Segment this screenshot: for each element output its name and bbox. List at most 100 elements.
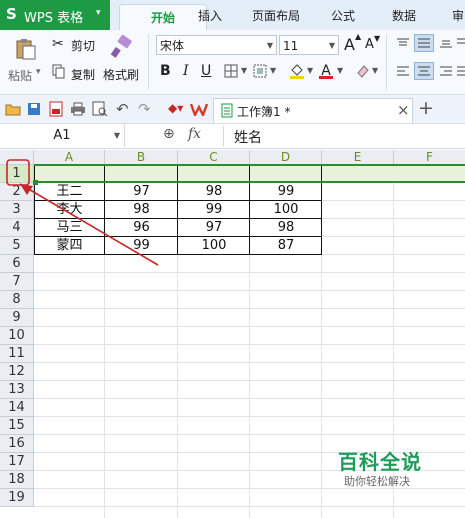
format-painter-icon[interactable]	[108, 34, 136, 60]
align-top-icon[interactable]	[395, 36, 411, 50]
wps-logo-icon: S	[6, 5, 17, 23]
row-header-10[interactable]: 10	[0, 327, 34, 345]
clear-format-icon[interactable]	[355, 62, 371, 80]
table-cell[interactable]: 98	[250, 219, 322, 237]
formula-input[interactable]: 姓名	[234, 127, 262, 147]
font-name-select[interactable]: 宋体 ▼	[156, 35, 277, 55]
customize-toolbar-icon[interactable]: ◆▾	[168, 101, 183, 115]
align-bottom-icon[interactable]	[438, 36, 454, 50]
row-header-11[interactable]: 11	[0, 345, 34, 363]
watermark-title: 百科全说	[338, 450, 422, 474]
undo-icon[interactable]: ↶	[116, 100, 129, 118]
align-right-icon[interactable]	[438, 64, 454, 78]
font-size-value: 11	[283, 39, 299, 53]
close-tab-icon[interactable]: ×	[397, 101, 410, 119]
tab-review[interactable]: 审	[452, 7, 464, 24]
align-center-icon[interactable]	[414, 62, 434, 80]
row-header-15[interactable]: 15	[0, 417, 34, 435]
ribbon-divider	[386, 34, 387, 90]
cut-button[interactable]: 剪切	[71, 37, 95, 54]
annotation-overlay	[6, 159, 159, 266]
orientation-icon[interactable]	[456, 36, 465, 50]
column-header-e[interactable]: E	[322, 150, 394, 165]
tab-insert[interactable]: 插入	[198, 7, 222, 24]
chevron-down-icon[interactable]: ▼	[337, 66, 343, 75]
insert-function-button[interactable]: fx	[188, 126, 201, 142]
font-color-icon[interactable]: A	[318, 61, 334, 80]
annotation-box	[6, 159, 30, 186]
export-pdf-icon[interactable]	[48, 101, 64, 117]
paste-dropdown-icon[interactable]: ▾	[36, 67, 41, 77]
redo-icon[interactable]: ↷	[138, 100, 151, 118]
watermark-subtitle: 助你轻松解决	[344, 475, 410, 488]
row-header-13[interactable]: 13	[0, 381, 34, 399]
row-header-9[interactable]: 9	[0, 309, 34, 327]
annotation-arrow	[19, 183, 159, 266]
chevron-down-icon[interactable]: ▼	[241, 66, 247, 75]
table-cell[interactable]: 100	[250, 201, 322, 219]
tab-data[interactable]: 数据	[392, 7, 416, 24]
copy-icon	[52, 64, 66, 80]
tab-page-layout[interactable]: 页面布局	[252, 7, 300, 24]
tab-formulas[interactable]: 公式	[331, 7, 355, 24]
print-preview-icon[interactable]	[92, 101, 108, 117]
tab-home[interactable]: 开始	[119, 4, 207, 31]
increase-font-arrow-icon: ▲	[355, 32, 362, 41]
align-left-icon[interactable]	[395, 64, 411, 78]
chevron-down-icon: ▼	[328, 41, 335, 50]
table-cell[interactable]: 87	[250, 237, 322, 255]
table-cell[interactable]: 97	[178, 219, 250, 237]
column-header-f[interactable]: F	[394, 150, 465, 165]
align-middle-icon[interactable]	[414, 34, 434, 52]
chevron-down-icon[interactable]: ▼	[372, 66, 378, 75]
save-icon[interactable]	[26, 101, 42, 117]
bold-button[interactable]: B	[160, 63, 171, 79]
row-header-19[interactable]: 19	[0, 489, 34, 507]
table-cell[interactable]: 98	[178, 183, 250, 201]
spreadsheet-doc-icon	[221, 103, 233, 118]
paste-icon[interactable]	[12, 36, 40, 62]
row-header-12[interactable]: 12	[0, 363, 34, 381]
font-size-select[interactable]: 11 ▼	[279, 35, 339, 55]
italic-button[interactable]: I	[183, 63, 189, 79]
justify-icon[interactable]	[456, 64, 465, 78]
font-name-value: 宋体	[160, 39, 185, 53]
chevron-down-icon[interactable]: ▼	[307, 66, 313, 75]
row-header-18[interactable]: 18	[0, 471, 34, 489]
increase-font-button[interactable]: A	[344, 35, 355, 54]
open-folder-icon[interactable]	[5, 101, 21, 117]
table-cell[interactable]: 99	[250, 183, 322, 201]
table-cell[interactable]: 100	[178, 237, 250, 255]
chevron-down-icon[interactable]: ▼	[270, 66, 276, 75]
fill-color-icon[interactable]	[288, 62, 306, 80]
merge-cells-icon[interactable]	[252, 63, 268, 79]
format-painter-button[interactable]: 格式刷	[103, 66, 139, 83]
copy-button[interactable]: 复制	[71, 66, 95, 83]
scissors-icon: ✂	[52, 36, 64, 52]
row-header-7[interactable]: 7	[0, 273, 34, 291]
document-title: 工作簿1 *	[237, 105, 291, 119]
print-icon[interactable]	[70, 101, 86, 117]
decrease-font-arrow-icon: ▼	[374, 34, 381, 43]
borders-icon[interactable]	[223, 63, 239, 79]
row-header-14[interactable]: 14	[0, 399, 34, 417]
chevron-down-icon[interactable]: ▼	[114, 124, 120, 147]
paste-button[interactable]: 粘贴	[8, 67, 32, 84]
new-tab-icon[interactable]: +	[418, 97, 434, 119]
row-header-8[interactable]: 8	[0, 291, 34, 309]
chevron-down-icon: ▼	[266, 41, 273, 50]
formula-divider	[223, 126, 224, 146]
app-menu-button[interactable]: S WPS 表格 ▾	[0, 0, 110, 30]
wps-docer-icon[interactable]	[190, 101, 208, 117]
row-header-17[interactable]: 17	[0, 453, 34, 471]
zoom-search-icon[interactable]: ⊕	[163, 126, 175, 142]
column-header-d[interactable]: D	[250, 150, 322, 165]
cell-reference: A1	[53, 128, 71, 143]
name-box[interactable]: A1 ▼	[0, 124, 125, 147]
column-header-c[interactable]: C	[178, 150, 250, 165]
row-header-16[interactable]: 16	[0, 435, 34, 453]
document-tab[interactable]: 工作簿1 * ×	[213, 98, 413, 123]
table-cell[interactable]: 99	[178, 201, 250, 219]
underline-button[interactable]: U	[201, 63, 211, 79]
decrease-font-button[interactable]: A	[365, 37, 374, 52]
